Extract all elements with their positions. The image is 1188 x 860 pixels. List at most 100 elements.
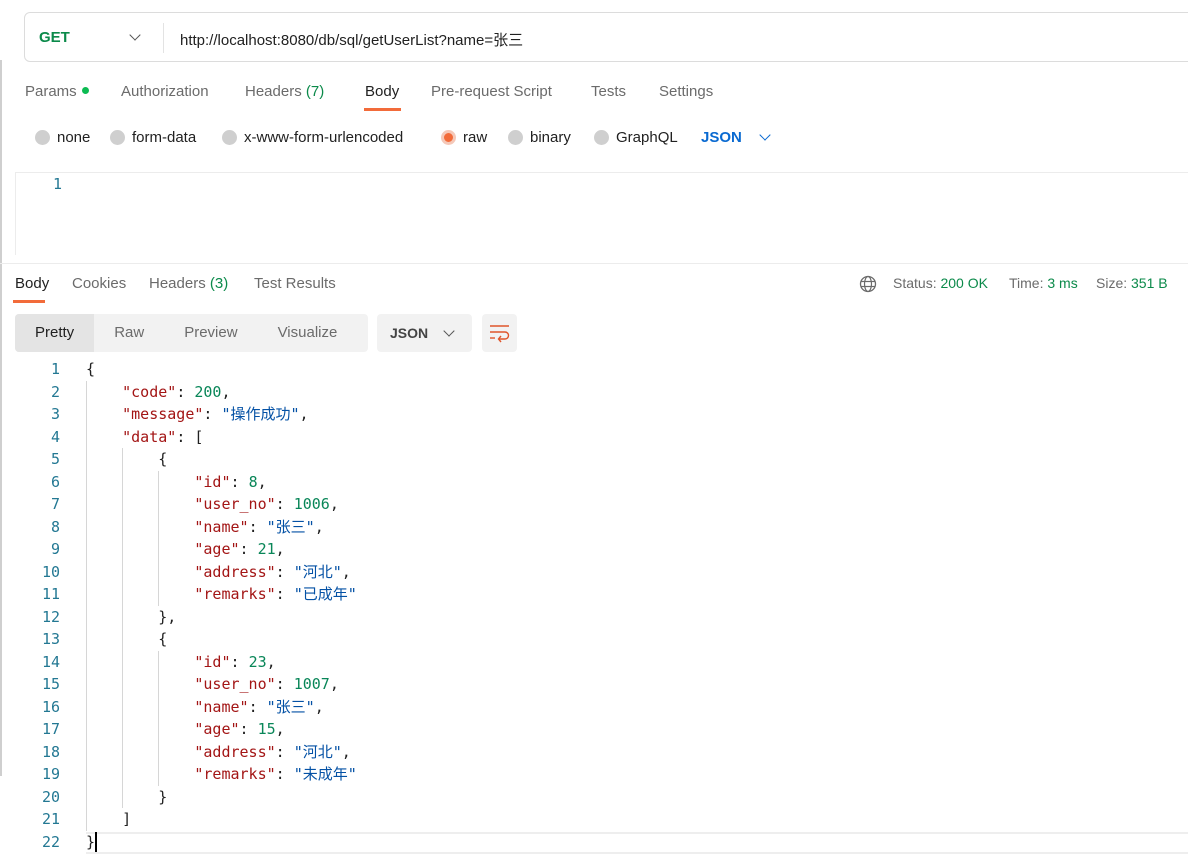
code-line: 4 "data": [ bbox=[0, 426, 1188, 449]
json-key: "address" bbox=[194, 742, 276, 761]
line-number: 16 bbox=[41, 697, 60, 716]
pane-divider[interactable] bbox=[0, 263, 1188, 264]
line-number: 1 bbox=[50, 360, 60, 378]
json-punctuation: : bbox=[275, 675, 294, 693]
json-punctuation: , bbox=[257, 472, 267, 491]
params-indicator-dot bbox=[81, 87, 89, 94]
json-punctuation: : bbox=[275, 562, 294, 581]
line-text: { bbox=[86, 448, 167, 471]
tab-tests[interactable]: Tests bbox=[591, 83, 626, 100]
json-punctuation bbox=[86, 405, 122, 423]
line-number: 14 bbox=[41, 652, 60, 671]
tab-params[interactable]: Params bbox=[25, 83, 89, 100]
code-line: 18 "address": "河北", bbox=[0, 741, 1188, 764]
json-punctuation: , bbox=[221, 382, 231, 401]
view-pretty[interactable]: Pretty bbox=[15, 314, 95, 352]
json-punctuation bbox=[86, 653, 194, 671]
size-value[interactable]: 351 B bbox=[1131, 275, 1168, 291]
tab-settings[interactable]: Settings bbox=[659, 83, 713, 100]
radio-graphql[interactable]: GraphQL bbox=[594, 129, 678, 146]
json-punctuation bbox=[86, 495, 194, 513]
chevron-down-icon[interactable] bbox=[129, 29, 141, 41]
line-text: "address": "河北", bbox=[86, 561, 351, 584]
line-number: 17 bbox=[41, 720, 60, 738]
json-punctuation: , bbox=[275, 720, 285, 738]
json-punctuation: , bbox=[341, 562, 351, 581]
json-punctuation: , bbox=[341, 742, 351, 761]
json-punctuation bbox=[86, 698, 194, 716]
tab-pre-request-script[interactable]: Pre-request Script bbox=[431, 83, 552, 100]
json-key: "user_no" bbox=[194, 495, 276, 513]
line-text: { bbox=[86, 628, 167, 651]
json-key: "name" bbox=[194, 697, 249, 716]
json-key: "address" bbox=[194, 562, 276, 581]
radio-form-data[interactable]: form-data bbox=[110, 129, 196, 146]
chevron-down-icon[interactable] bbox=[759, 129, 771, 141]
json-punctuation: : bbox=[230, 472, 249, 491]
json-punctuation bbox=[86, 675, 194, 693]
line-text: "user_no": 1007, bbox=[86, 673, 339, 696]
json-string: "操作成功" bbox=[221, 405, 300, 423]
tab-authorization[interactable]: Authorization bbox=[121, 83, 209, 100]
json-punctuation: : [ bbox=[176, 427, 204, 446]
view-raw[interactable]: Raw bbox=[94, 314, 164, 352]
radio-label: binary bbox=[530, 129, 571, 146]
radio-none[interactable]: none bbox=[35, 129, 90, 146]
line-text: "address": "河北", bbox=[86, 741, 351, 764]
body-format-select[interactable]: JSON bbox=[701, 129, 742, 146]
line-text: "id": 8, bbox=[86, 471, 267, 494]
json-key: "name" bbox=[194, 517, 249, 536]
tab-cookies[interactable]: Cookies bbox=[72, 275, 126, 292]
code-line: 10 "address": "河北", bbox=[0, 561, 1188, 584]
time-value[interactable]: 3 ms bbox=[1047, 275, 1077, 291]
json-key: "data" bbox=[122, 427, 177, 446]
view-preview[interactable]: Preview bbox=[164, 314, 257, 352]
status-value[interactable]: 200 OK bbox=[940, 275, 987, 291]
json-number: 8 bbox=[248, 472, 258, 491]
tab-response-body[interactable]: Body bbox=[15, 275, 49, 292]
code-line: 3 "message": "操作成功", bbox=[0, 403, 1188, 426]
line-text: "code": 200, bbox=[86, 381, 231, 404]
json-punctuation: : bbox=[248, 517, 267, 536]
view-visualize[interactable]: Visualize bbox=[258, 314, 358, 352]
line-number: 21 bbox=[41, 810, 60, 828]
response-time: Time: 3 ms bbox=[1009, 275, 1078, 291]
radio-x-www-form-urlencoded[interactable]: x-www-form-urlencoded bbox=[222, 129, 403, 146]
response-format-select[interactable]: JSON bbox=[377, 314, 472, 352]
globe-icon[interactable] bbox=[859, 275, 877, 293]
radio-label: form-data bbox=[132, 129, 197, 146]
line-text: } bbox=[86, 831, 95, 854]
radio-binary[interactable]: binary bbox=[508, 129, 571, 146]
radio-raw[interactable]: raw bbox=[441, 129, 487, 146]
tab-headers[interactable]: Headers (7) bbox=[245, 83, 324, 100]
radio-label: GraphQL bbox=[616, 129, 678, 146]
line-text: "remarks": "已成年" bbox=[86, 583, 356, 606]
code-line: 16 "name": "张三", bbox=[0, 696, 1188, 719]
line-text: ] bbox=[86, 808, 131, 831]
json-punctuation: } bbox=[86, 787, 168, 806]
tab-body[interactable]: Body bbox=[365, 83, 399, 100]
code-line: 15 "user_no": 1007, bbox=[0, 673, 1188, 696]
code-line: 12 }, bbox=[0, 606, 1188, 629]
tab-test-results[interactable]: Test Results bbox=[254, 275, 336, 292]
code-line: 21 ] bbox=[0, 808, 1188, 831]
json-punctuation: { bbox=[86, 360, 96, 378]
line-number: 11 bbox=[41, 585, 60, 603]
tab-response-headers[interactable]: Headers (3) bbox=[149, 275, 228, 292]
format-label: JSON bbox=[390, 325, 429, 341]
line-text: "data": [ bbox=[86, 426, 203, 449]
method-select[interactable]: GET bbox=[39, 29, 70, 46]
line-text: "message": "操作成功", bbox=[86, 403, 308, 426]
json-punctuation: } bbox=[86, 832, 96, 851]
code-line: 14 "id": 23, bbox=[0, 651, 1188, 674]
json-number: 1006 bbox=[293, 495, 330, 513]
radio-label: none bbox=[57, 129, 91, 146]
url-input[interactable]: http://localhost:8080/db/sql/getUserList… bbox=[180, 29, 523, 50]
json-punctuation: : bbox=[275, 765, 294, 783]
json-punctuation: : bbox=[275, 585, 294, 603]
radio-label: x-www-form-urlencoded bbox=[244, 129, 404, 146]
code-line: 17 "age": 15, bbox=[0, 718, 1188, 741]
request-body-editor[interactable]: 1 bbox=[15, 172, 1188, 255]
wrap-lines-icon bbox=[490, 325, 510, 343]
wrap-lines-button[interactable] bbox=[482, 314, 517, 352]
